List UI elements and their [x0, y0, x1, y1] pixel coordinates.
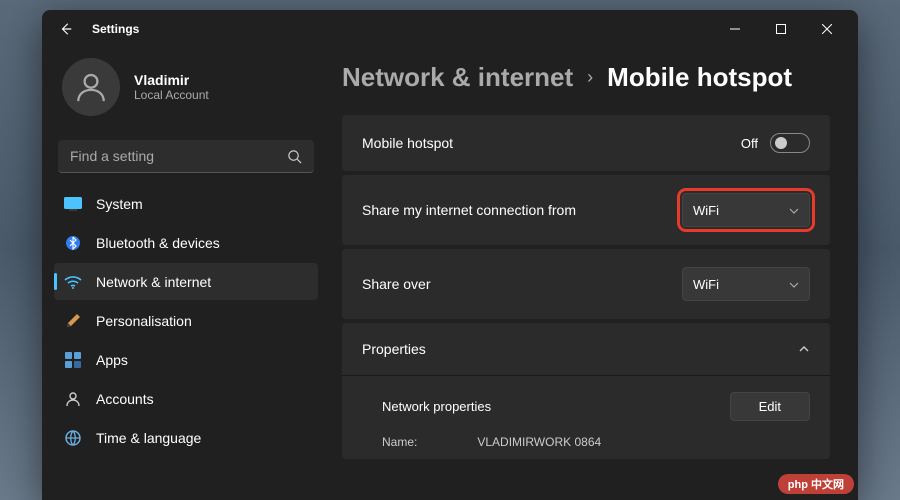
search-icon: [287, 149, 302, 164]
panel-share-over: Share over WiFi: [342, 249, 830, 319]
accounts-icon: [64, 390, 82, 408]
sidebar-item-label: System: [96, 196, 143, 212]
nav-list: System Bluetooth & devices Network & int…: [54, 185, 318, 456]
network-properties-label: Network properties: [382, 399, 491, 414]
breadcrumb-separator: ›: [587, 67, 593, 88]
name-label: Name:: [382, 435, 417, 449]
avatar: [62, 58, 120, 116]
close-icon: [822, 24, 832, 34]
dropdown-value: WiFi: [693, 203, 781, 218]
content-area: Vladimir Local Account System Bluetooth …: [42, 48, 858, 500]
main-panel: Network & internet › Mobile hotspot Mobi…: [330, 48, 858, 500]
back-arrow-icon: [59, 22, 73, 36]
chevron-down-icon: [789, 203, 799, 218]
maximize-button[interactable]: [758, 13, 804, 45]
name-value: VLADIMIRWORK 0864: [477, 435, 601, 449]
breadcrumb-parent[interactable]: Network & internet: [342, 62, 573, 93]
search-box[interactable]: [58, 140, 314, 173]
wifi-icon: [64, 273, 82, 291]
sidebar-item-label: Apps: [96, 352, 128, 368]
toggle-state-text: Off: [741, 136, 758, 151]
user-icon: [74, 70, 108, 104]
maximize-icon: [776, 24, 786, 34]
system-icon: [64, 195, 82, 213]
sidebar-item-label: Bluetooth & devices: [96, 235, 220, 251]
sidebar-item-label: Time & language: [96, 430, 201, 446]
properties-header[interactable]: Properties: [342, 323, 830, 375]
panel-mobile-hotspot: Mobile hotspot Off: [342, 115, 830, 171]
sidebar-item-time[interactable]: Time & language: [54, 419, 318, 456]
properties-body: Network properties Edit Name: VLADIMIRWO…: [342, 375, 830, 459]
edit-button[interactable]: Edit: [730, 392, 810, 421]
hotspot-toggle[interactable]: [770, 133, 810, 153]
hotspot-toggle-group: Off: [741, 133, 810, 153]
breadcrumb-current: Mobile hotspot: [607, 62, 792, 93]
panel-label: Share over: [362, 276, 682, 292]
sidebar-item-personalisation[interactable]: Personalisation: [54, 302, 318, 339]
titlebar: Settings: [42, 10, 858, 48]
panel-label: Share my internet connection from: [362, 202, 682, 218]
share-over-dropdown[interactable]: WiFi: [682, 267, 810, 301]
chevron-up-icon: [798, 341, 810, 357]
window-controls: [712, 13, 850, 45]
panel-label: Properties: [362, 341, 798, 357]
user-block[interactable]: Vladimir Local Account: [54, 48, 318, 136]
sidebar-item-accounts[interactable]: Accounts: [54, 380, 318, 417]
search-input[interactable]: [70, 148, 287, 164]
breadcrumb: Network & internet › Mobile hotspot: [342, 62, 830, 93]
personalisation-icon: [64, 312, 82, 330]
minimize-button[interactable]: [712, 13, 758, 45]
name-row: Name: VLADIMIRWORK 0864: [382, 431, 810, 449]
sidebar-item-network[interactable]: Network & internet: [54, 263, 318, 300]
clock-globe-icon: [64, 429, 82, 447]
user-name: Vladimir: [134, 72, 209, 88]
toggle-knob: [775, 137, 787, 149]
window-title: Settings: [92, 22, 139, 36]
panel-share-from: Share my internet connection from WiFi: [342, 175, 830, 245]
dropdown-value: WiFi: [693, 277, 781, 292]
sidebar-item-system[interactable]: System: [54, 185, 318, 222]
share-from-dropdown[interactable]: WiFi: [682, 193, 810, 227]
bluetooth-icon: [64, 234, 82, 252]
network-properties-row: Network properties Edit: [382, 382, 810, 431]
watermark: php 中文网: [778, 474, 854, 494]
chevron-down-icon: [789, 277, 799, 292]
back-button[interactable]: [50, 13, 82, 45]
sidebar-item-bluetooth[interactable]: Bluetooth & devices: [54, 224, 318, 261]
settings-window: Settings Vladimir Local Account: [42, 10, 858, 500]
panel-label: Mobile hotspot: [362, 135, 741, 151]
apps-icon: [64, 351, 82, 369]
sidebar-item-label: Personalisation: [96, 313, 192, 329]
panel-properties: Properties Network properties Edit Name:…: [342, 323, 830, 459]
sidebar: Vladimir Local Account System Bluetooth …: [42, 48, 330, 500]
user-text: Vladimir Local Account: [134, 72, 209, 102]
sidebar-item-label: Accounts: [96, 391, 154, 407]
close-button[interactable]: [804, 13, 850, 45]
sidebar-item-apps[interactable]: Apps: [54, 341, 318, 378]
sidebar-item-label: Network & internet: [96, 274, 211, 290]
user-subtitle: Local Account: [134, 88, 209, 102]
minimize-icon: [730, 24, 740, 34]
